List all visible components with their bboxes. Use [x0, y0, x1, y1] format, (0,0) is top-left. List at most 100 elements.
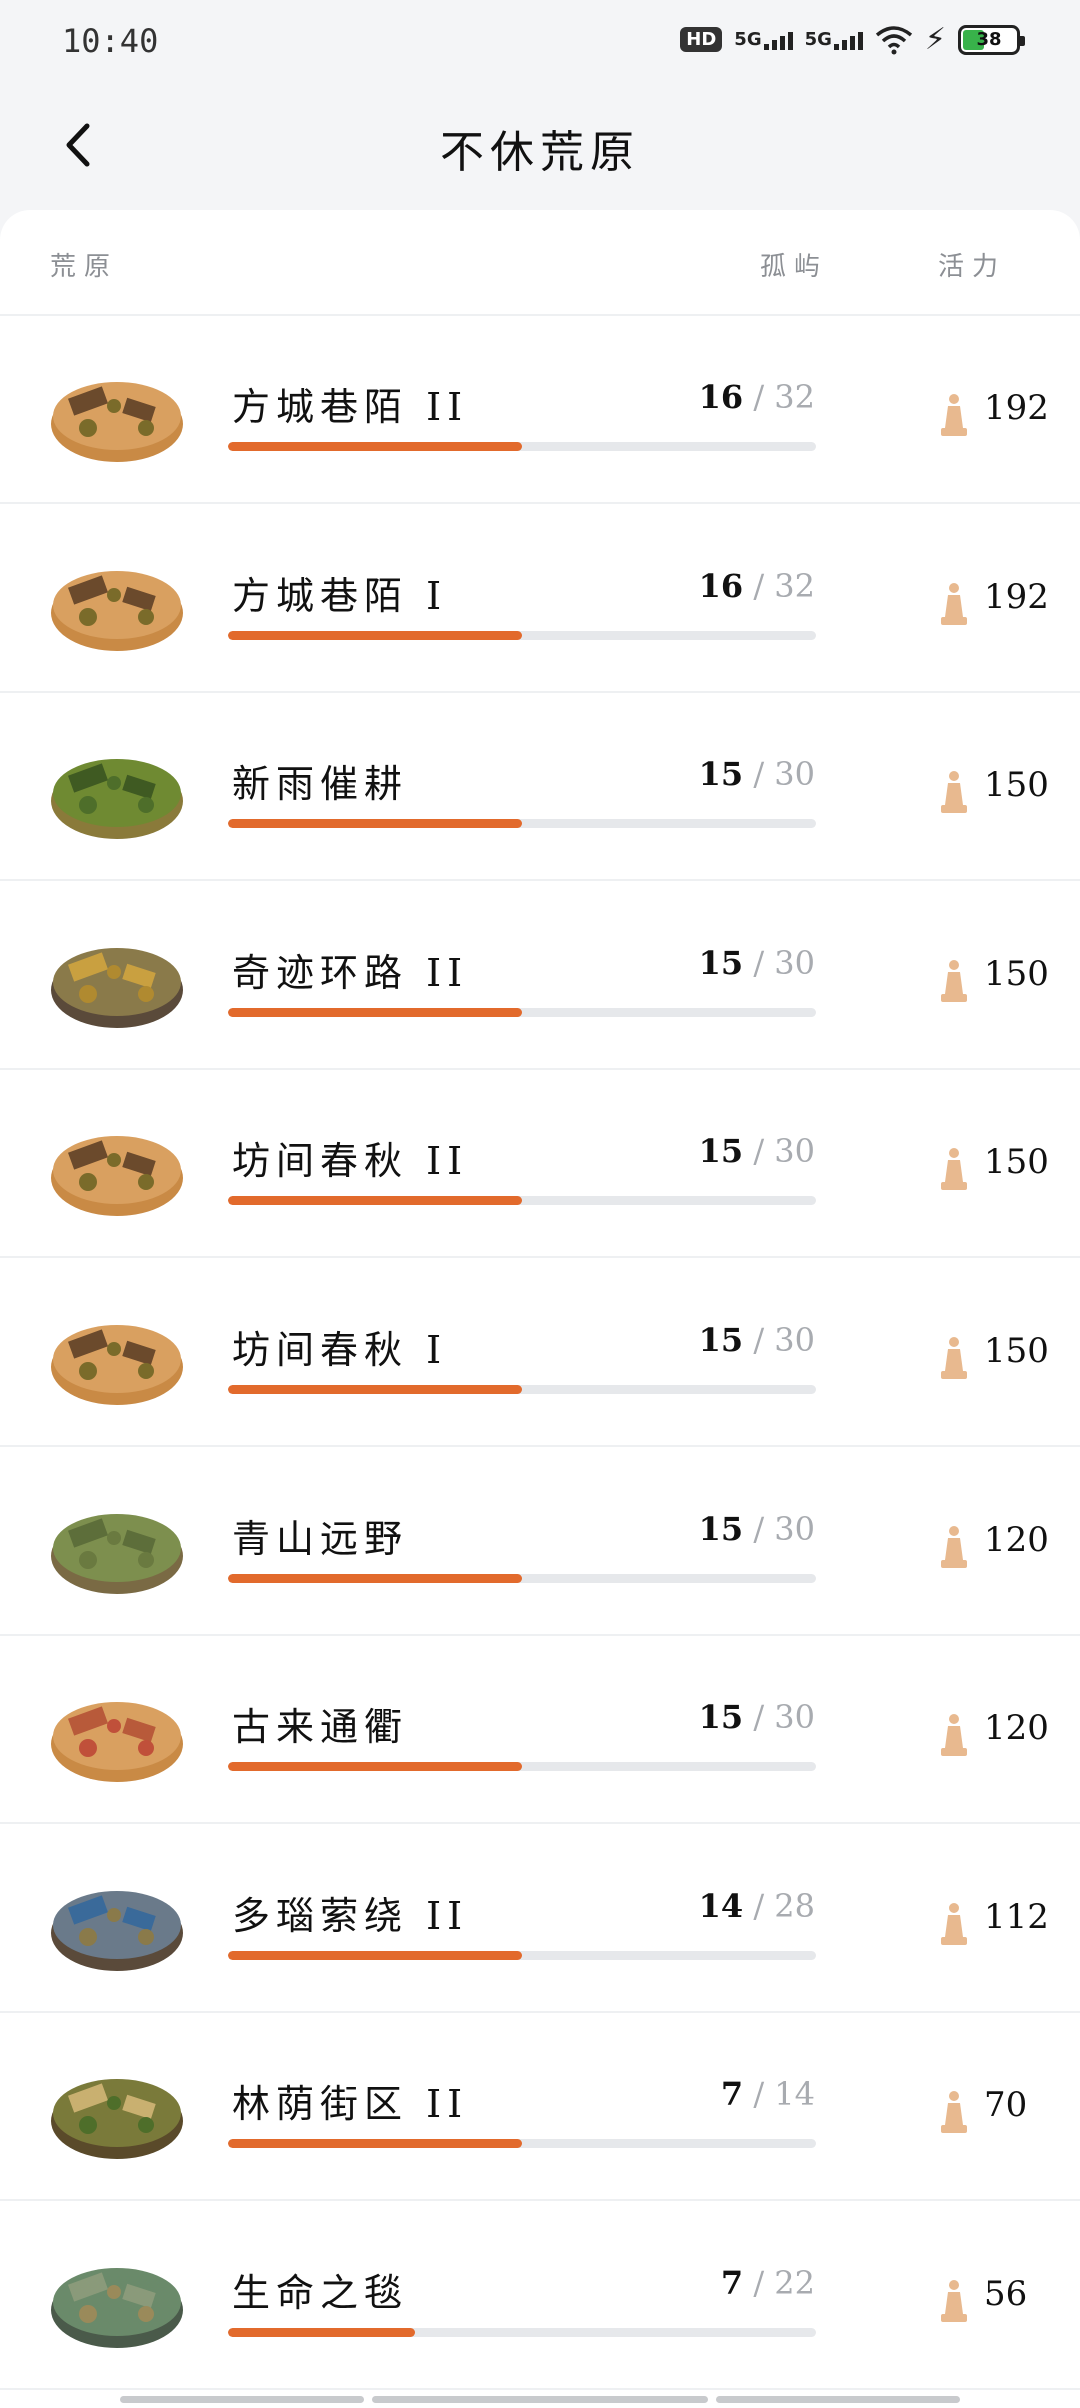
progress-fill	[228, 2328, 415, 2337]
progress-fill	[228, 1196, 522, 1206]
map-row[interactable]: 方城巷陌 I 16 / 32 192	[0, 503, 1080, 693]
energy-icon	[938, 2278, 970, 2324]
charging-icon: ⚡	[924, 22, 946, 57]
island-current: 14	[698, 1886, 744, 1925]
map-row[interactable]: 多瑙萦绕 II 14 / 28 112	[0, 1823, 1080, 2013]
progress-fill	[228, 1573, 522, 1583]
map-row[interactable]: 古来通衢 15 / 30 120	[0, 1634, 1080, 1825]
map-row[interactable]: 青山远野 15 / 30 120	[0, 1446, 1080, 1636]
map-thumbnail	[48, 2244, 186, 2356]
map-row[interactable]: 奇迹环路 II 15 / 30 150	[0, 880, 1080, 1070]
island-count: 7 / 14	[720, 2075, 815, 2114]
network-type-2: 5G	[804, 29, 832, 50]
progress-fill	[228, 630, 522, 640]
map-name: 奇迹环路 II	[232, 950, 469, 995]
energy-value: 150	[984, 1142, 1049, 1183]
island-count: 16 / 32	[698, 566, 815, 605]
island-current: 15	[698, 1698, 744, 1737]
island-total: 22	[774, 2264, 815, 2302]
progress-bar	[228, 630, 816, 640]
island-total: 32	[774, 566, 815, 605]
island-current: 15	[698, 1321, 744, 1359]
header: 不休荒原	[0, 80, 1080, 210]
progress-bar	[228, 1385, 816, 1394]
column-energy-label: 活力	[938, 252, 1007, 282]
map-thumbnail	[48, 1867, 186, 1979]
map-row[interactable]: 方城巷陌 II 16 / 32 192	[0, 314, 1080, 504]
map-thumbnail	[48, 735, 186, 847]
energy-icon	[938, 581, 970, 627]
energy-icon	[938, 958, 970, 1004]
map-name: 方城巷陌 II	[232, 385, 469, 429]
island-current: 16	[698, 566, 744, 605]
map-name: 坊间春秋 II	[232, 1139, 469, 1184]
progress-bar	[228, 819, 816, 829]
energy-icon	[938, 2089, 970, 2135]
energy-value: 112	[984, 1896, 1049, 1937]
progress-bar	[228, 2139, 816, 2149]
energy-value: 56	[984, 2274, 1028, 2314]
map-name: 新雨催耕	[232, 762, 409, 807]
scroll-indicator	[372, 2396, 708, 2403]
signal-bars-icon	[833, 32, 863, 50]
energy-value: 120	[984, 1708, 1049, 1749]
energy-icon	[938, 1901, 970, 1947]
signal-1: 5G	[734, 29, 793, 50]
map-name: 多瑙萦绕 II	[232, 1893, 469, 1938]
scroll-indicator	[120, 2396, 364, 2403]
map-thumbnail	[48, 1301, 186, 1413]
island-total: 14	[774, 2075, 815, 2114]
progress-bar	[228, 1950, 816, 1960]
map-row[interactable]: 坊间春秋 I 15 / 30 150	[0, 1257, 1080, 1447]
network-type-1: 5G	[734, 29, 762, 50]
progress-fill	[228, 1007, 522, 1017]
column-map-label: 荒原	[50, 252, 119, 282]
signal-2: 5G	[805, 29, 863, 50]
progress-fill	[228, 1762, 522, 1772]
island-total: 30	[774, 755, 815, 794]
progress-fill	[228, 442, 522, 451]
progress-bar	[228, 442, 816, 451]
island-count: 16 / 32	[698, 378, 815, 416]
island-count: 15 / 30	[698, 1698, 815, 1737]
status-bar: 10:40 HD 5G 5G ⚡ 38	[0, 0, 1080, 80]
energy-value: 150	[984, 953, 1049, 994]
progress-bar	[228, 1007, 816, 1017]
energy-value: 192	[984, 388, 1049, 428]
island-total: 30	[774, 943, 815, 982]
wifi-icon	[875, 25, 913, 54]
progress-bar	[228, 1573, 816, 1583]
island-count: 15 / 30	[698, 755, 815, 794]
island-count: 15 / 30	[698, 1509, 815, 1548]
map-row[interactable]: 林荫街区 II 7 / 14 70	[0, 2011, 1080, 2202]
progress-fill	[228, 819, 522, 829]
signal-bars-icon	[763, 32, 793, 50]
island-current: 7	[720, 2264, 744, 2302]
map-name: 林荫街区 II	[232, 2082, 469, 2127]
map-row[interactable]: 新雨催耕 15 / 30 150	[0, 691, 1080, 882]
energy-value: 70	[984, 2085, 1028, 2126]
island-current: 15	[698, 755, 744, 794]
map-name: 生命之毯	[232, 2271, 409, 2315]
hd-badge: HD	[680, 27, 723, 52]
energy-icon	[938, 1524, 970, 1570]
progress-bar	[228, 1196, 816, 1206]
map-name: 青山远野	[232, 1516, 409, 1561]
energy-value: 150	[984, 1331, 1049, 1371]
island-current: 15	[698, 1132, 744, 1171]
map-row[interactable]: 坊间春秋 II 15 / 30 150	[0, 1068, 1080, 1259]
map-name: 坊间春秋 I	[232, 1328, 448, 1372]
map-thumbnail	[48, 1490, 186, 1602]
map-row[interactable]: 生命之毯 7 / 22 56	[0, 2200, 1080, 2390]
island-current: 7	[720, 2075, 744, 2114]
progress-fill	[228, 1950, 522, 1960]
status-time: 10:40	[62, 22, 159, 60]
scroll-indicator	[716, 2396, 960, 2403]
island-total: 30	[774, 1509, 815, 1548]
energy-icon	[938, 1335, 970, 1381]
page-title: 不休荒原	[440, 127, 640, 178]
progress-fill	[228, 2139, 522, 2149]
island-total: 30	[774, 1698, 815, 1737]
map-thumbnail	[48, 358, 186, 470]
energy-value: 120	[984, 1519, 1049, 1560]
